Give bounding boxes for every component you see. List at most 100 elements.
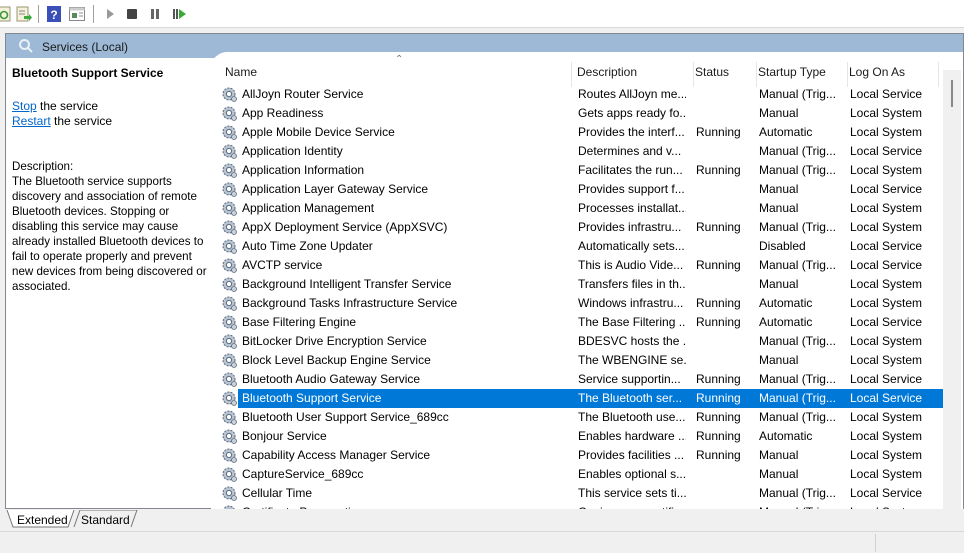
service-startup-type: Manual (Trig... <box>759 87 836 101</box>
service-log-on-as: Local System <box>850 429 923 443</box>
service-description: BDESVC hosts the ... <box>578 334 686 348</box>
service-description: The Bluetooth use... <box>578 410 686 424</box>
column-header-name[interactable]: Name <box>225 52 570 87</box>
column-divider[interactable] <box>847 62 848 87</box>
service-name: Background Tasks Infrastructure Service <box>242 296 458 310</box>
table-row[interactable]: Capability Access Manager Service Provide… <box>221 446 943 465</box>
service-gear-icon <box>222 372 237 387</box>
table-row[interactable]: Bluetooth Audio Gateway Service Service s… <box>221 370 943 389</box>
service-gear-icon <box>222 87 237 102</box>
service-name: Bonjour Service <box>242 429 327 443</box>
service-log-on-as: Local System <box>850 163 923 177</box>
service-startup-type: Manual (Trig... <box>759 410 836 424</box>
service-description: Processes installat... <box>578 201 686 215</box>
refresh-icon <box>0 6 11 22</box>
column-header-log-on-as[interactable]: Log On As <box>849 52 937 87</box>
column-divider[interactable] <box>756 62 757 87</box>
table-row[interactable]: Cellular Time This service sets ti... Manu… <box>221 484 943 503</box>
column-divider[interactable] <box>693 62 694 87</box>
table-row[interactable]: CaptureService_689cc Enables optional s..… <box>221 465 943 484</box>
service-startup-type: Manual (Trig... <box>759 144 836 158</box>
stop-action: Stop the service <box>12 99 112 114</box>
restart-action-text: the service <box>50 114 113 128</box>
service-gear-icon <box>222 296 237 311</box>
vertical-scrollbar[interactable] <box>943 70 961 509</box>
table-row[interactable]: Bluetooth User Support Service_689cc The … <box>221 408 943 427</box>
status-bar-divider <box>875 534 876 552</box>
service-description: Facilitates the run... <box>578 163 683 177</box>
table-row[interactable]: AppX Deployment Service (AppXSVC) Provide… <box>221 218 943 237</box>
service-description: Provides the interf... <box>578 125 685 139</box>
service-name: Cellular Time <box>242 486 313 500</box>
play-icon <box>107 9 114 19</box>
table-row[interactable]: Base Filtering Engine The Base Filtering … <box>221 313 943 332</box>
service-gear-icon <box>222 239 237 254</box>
column-header-startup-type[interactable]: Startup Type <box>758 52 846 87</box>
column-header-status[interactable]: Status <box>695 52 755 87</box>
service-log-on-as: Local System <box>850 296 923 310</box>
column-header-description[interactable]: Description <box>577 52 692 87</box>
table-row[interactable]: AVCTP service This is Audio Vide... Runnin… <box>221 256 943 275</box>
table-row[interactable]: Application Identity Determines and v... M… <box>221 142 943 161</box>
stop-link[interactable]: Stop <box>12 99 37 113</box>
service-startup-type: Manual <box>759 448 799 462</box>
table-row[interactable]: Certificate Propagation Copies user certi… <box>221 503 943 509</box>
table-row[interactable]: Application Layer Gateway Service Provide… <box>221 180 943 199</box>
description-text: The Bluetooth service supports discovery… <box>12 175 207 293</box>
table-row[interactable]: Background Intelligent Transfer Service T… <box>221 275 943 294</box>
toolbar-separator <box>93 5 94 23</box>
service-log-on-as: Local Service <box>850 239 923 253</box>
table-row[interactable]: App Readiness Gets apps ready fo... Manual… <box>221 104 943 123</box>
service-name: AppX Deployment Service (AppXSVC) <box>242 220 448 234</box>
table-row[interactable]: Background Tasks Infrastructure Service W… <box>221 294 943 313</box>
table-row[interactable]: Bluetooth Support Service The Bluetooth s… <box>222 389 943 408</box>
service-log-on-as: Local System <box>850 448 923 462</box>
table-row[interactable]: Auto Time Zone Updater Automatically sets… <box>221 237 943 256</box>
table-row[interactable]: Bonjour Service Enables hardware ... Runni… <box>221 427 943 446</box>
pause-service-button[interactable] <box>147 6 163 22</box>
service-log-on-as: Local System <box>850 125 923 139</box>
tab-extended[interactable]: Extended <box>9 510 76 530</box>
service-log-on-as: Local Service <box>850 391 923 405</box>
service-startup-type: Disabled <box>759 239 806 253</box>
service-description: Provides support f... <box>578 182 685 196</box>
help-button[interactable]: ? <box>46 6 62 22</box>
table-row[interactable]: Application Information Facilitates the r… <box>221 161 943 180</box>
service-startup-type: Manual <box>759 106 799 120</box>
column-divider[interactable] <box>938 62 939 87</box>
service-startup-type: Manual (Trig... <box>759 391 836 405</box>
service-log-on-as: Local Service <box>850 372 923 386</box>
table-row[interactable]: BitLocker Drive Encryption Service BDESVC… <box>221 332 943 351</box>
table-row[interactable]: Block Level Backup Engine Service The WBE… <box>221 351 943 370</box>
service-status: Running <box>696 429 741 443</box>
restart-action: Restart the service <box>12 114 112 129</box>
service-status: Running <box>696 391 741 405</box>
service-gear-icon <box>222 163 237 178</box>
scrollbar-thumb[interactable] <box>951 80 953 107</box>
restart-link[interactable]: Restart <box>12 114 51 128</box>
service-log-on-as: Local System <box>850 410 923 424</box>
table-row[interactable]: Apple Mobile Device Service Provides the … <box>221 123 943 142</box>
start-service-button[interactable] <box>102 6 118 22</box>
table-row[interactable]: AllJoyn Router Service Routes AllJoyn me.… <box>221 85 943 104</box>
stop-service-button[interactable] <box>124 6 140 22</box>
restart-service-button[interactable] <box>171 6 187 22</box>
service-gear-icon <box>222 182 237 197</box>
service-description: This service sets ti... <box>578 486 686 500</box>
service-name: Certificate Propagation <box>242 505 572 509</box>
tab-standard[interactable]: Standard <box>73 510 138 530</box>
refresh-button[interactable] <box>0 6 12 22</box>
svg-text:?: ? <box>50 8 57 22</box>
table-row[interactable]: Application Management Processes installa… <box>221 199 943 218</box>
service-status: Running <box>696 315 741 329</box>
column-divider[interactable] <box>571 62 572 87</box>
export-list-button[interactable] <box>16 6 32 22</box>
service-status: Running <box>696 125 741 139</box>
service-log-on-as: Local System <box>850 106 923 120</box>
service-description: The WBENGINE se... <box>578 353 686 367</box>
toolbar: ? <box>0 0 964 28</box>
service-name: Application Layer Gateway Service <box>242 182 429 196</box>
show-hide-action-pane-button[interactable] <box>69 6 85 22</box>
service-gear-icon <box>222 429 237 444</box>
service-name: Bluetooth Audio Gateway Service <box>242 372 421 386</box>
